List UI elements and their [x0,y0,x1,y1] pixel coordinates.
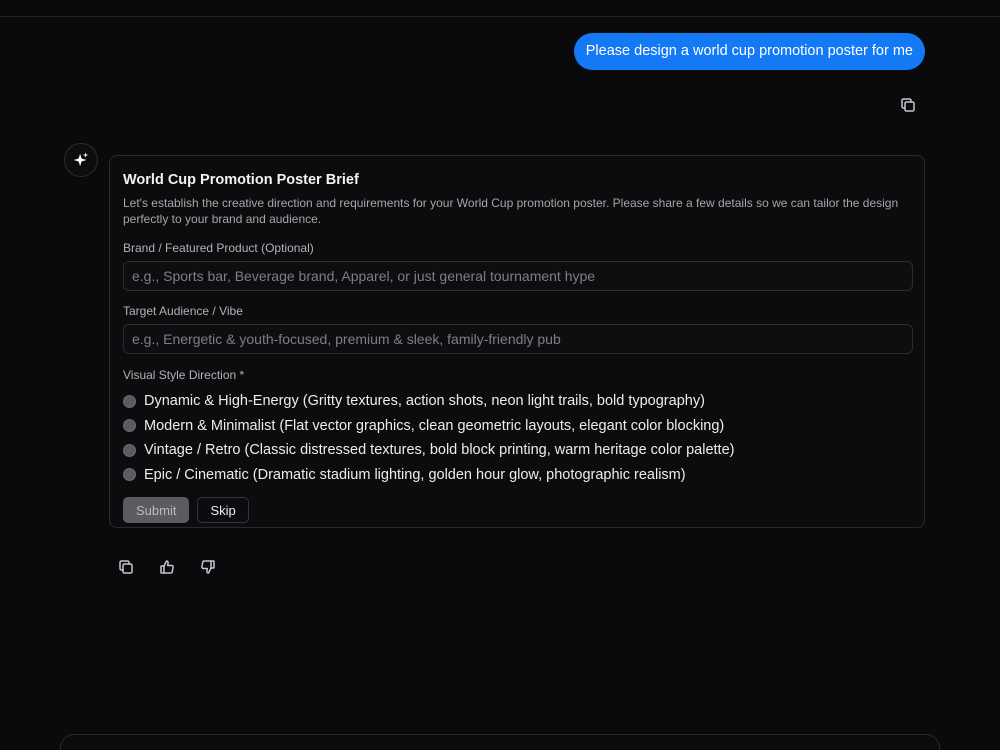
like-button[interactable] [157,557,177,577]
card-actions: Submit Skip [123,497,911,523]
style-option-modern[interactable]: Modern & Minimalist (Flat vector graphic… [123,414,911,439]
skip-button[interactable]: Skip [197,497,249,523]
audience-input[interactable] [123,324,913,354]
copy-message-button[interactable] [898,95,918,115]
style-option-vintage[interactable]: Vintage / Retro (Classic distressed text… [123,438,911,463]
sparkle-icon [73,152,89,167]
card-title: World Cup Promotion Poster Brief [123,172,359,188]
dislike-button[interactable] [198,557,218,577]
radio-button[interactable] [123,394,136,408]
style-options-group: Dynamic & High-Energy (Gritty textures, … [123,389,911,487]
style-option-epic[interactable]: Epic / Cinematic (Dramatic stadium light… [123,463,911,488]
radio-button[interactable] [123,468,136,482]
style-field-label: Visual Style Direction * [123,368,245,382]
style-option-label: Dynamic & High-Energy (Gritty textures, … [144,393,705,410]
thumbs-down-icon [201,560,215,574]
copy-icon [119,560,133,574]
brand-input[interactable] [123,261,913,291]
user-message-bubble: Please design a world cup promotion post… [573,33,925,70]
submit-button[interactable]: Submit [123,497,190,523]
poster-brief-card: World Cup Promotion Poster Brief Let's e… [109,155,925,528]
copy-reply-button[interactable] [116,557,136,577]
brand-field-label: Brand / Featured Product (Optional) [123,241,314,255]
copy-icon [901,98,915,112]
message-composer[interactable] [60,734,940,750]
radio-button[interactable] [123,419,136,433]
thumbs-up-icon [160,560,174,574]
style-option-dynamic[interactable]: Dynamic & High-Energy (Gritty textures, … [123,389,911,414]
audience-field-label: Target Audience / Vibe [123,304,243,318]
style-option-label: Modern & Minimalist (Flat vector graphic… [144,417,725,434]
assistant-avatar [64,143,98,177]
style-option-label: Vintage / Retro (Classic distressed text… [144,442,735,459]
style-option-label: Epic / Cinematic (Dramatic stadium light… [144,466,686,483]
top-divider [0,16,1000,17]
radio-button[interactable] [123,443,136,457]
card-description: Let's establish the creative direction a… [123,196,899,226]
